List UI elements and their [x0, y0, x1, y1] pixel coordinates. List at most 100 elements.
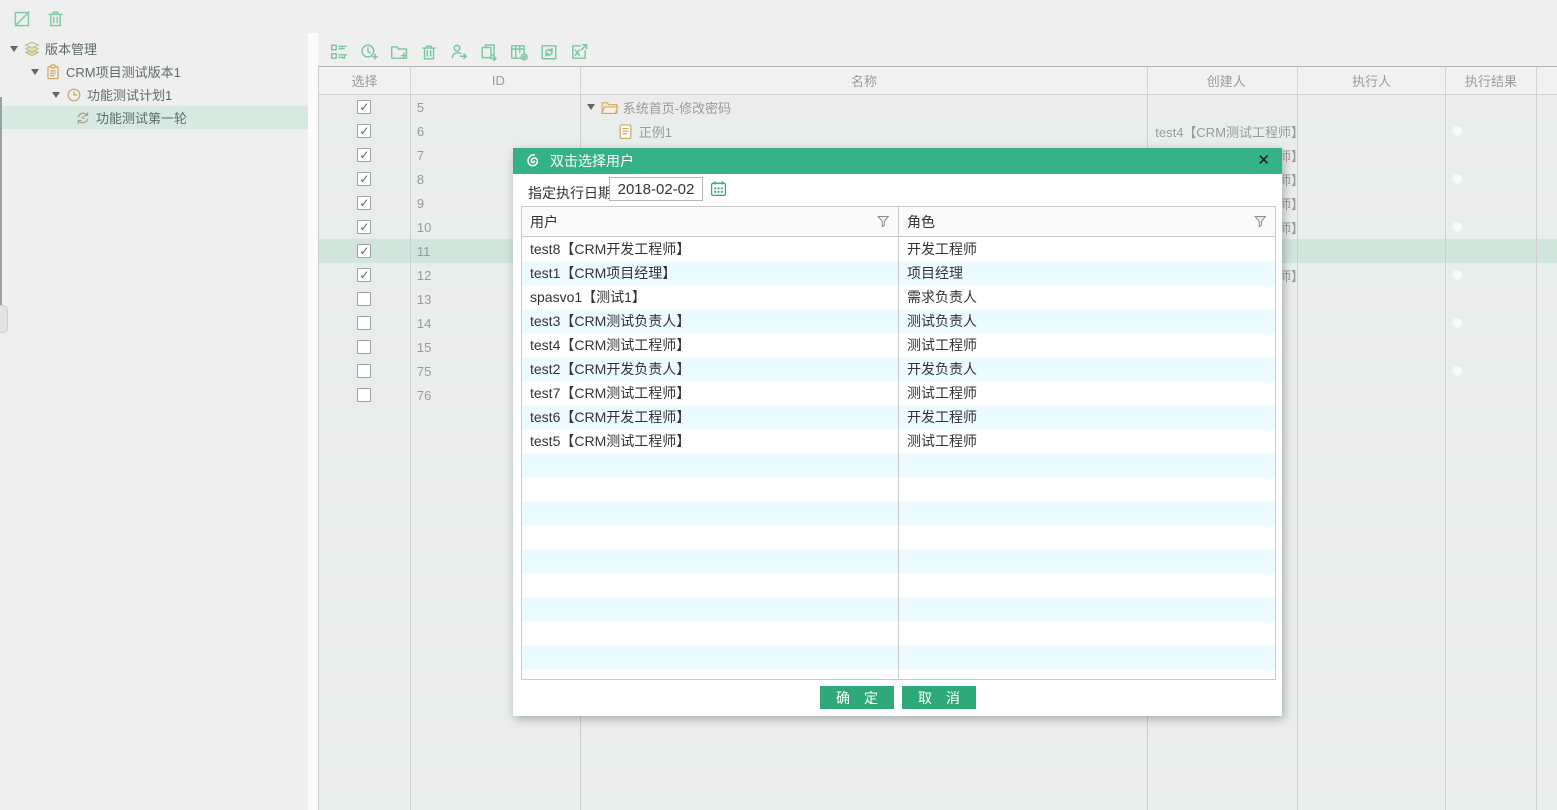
user-row-empty [522, 621, 1275, 645]
dialog-titlebar[interactable]: 双击选择用户 ✕ [513, 148, 1282, 174]
user-row[interactable]: test3【CRM测试负责人】测试负责人 [522, 309, 1275, 333]
panel-splitter[interactable] [308, 33, 318, 810]
expander-triangle-icon[interactable] [52, 92, 60, 98]
cancel-button[interactable]: 取 消 [902, 686, 976, 709]
checkbox-unchecked[interactable] [357, 316, 371, 330]
spacer-cell [1537, 191, 1557, 215]
checkbox-unchecked[interactable] [357, 364, 371, 378]
empty-cell [1446, 599, 1537, 623]
empty-cell [1298, 647, 1446, 671]
grid-column-header[interactable]: 选择 [319, 67, 411, 94]
user-cell: test2【CRM开发负责人】 [522, 357, 899, 381]
grid-column-header[interactable]: 执行人 [1298, 67, 1446, 94]
doc-icon [617, 123, 634, 140]
tree-item[interactable]: 功能测试计划1 [0, 83, 308, 106]
delete-icon[interactable] [420, 43, 438, 61]
batch-edit-icon[interactable] [330, 43, 348, 61]
status-dot-faint [1452, 126, 1462, 136]
empty-cell [1298, 455, 1446, 479]
checkbox-checked[interactable]: ✓ [357, 268, 371, 282]
ok-button[interactable]: 确 定 [820, 686, 894, 709]
add-folder-icon[interactable] [390, 43, 408, 61]
checkbox-unchecked[interactable] [357, 292, 371, 306]
user-row[interactable]: test1【CRM项目经理】项目经理 [522, 261, 1275, 285]
tree-item[interactable]: CRM项目测试版本1 [0, 60, 308, 83]
add-timer-icon[interactable] [360, 43, 378, 61]
tree-item[interactable]: 功能测试第一轮 [0, 106, 308, 129]
trash-icon[interactable] [46, 9, 65, 28]
plan-settings-icon[interactable] [510, 43, 528, 61]
export-excel-icon[interactable] [570, 43, 588, 61]
checkbox-checked[interactable]: ✓ [357, 196, 371, 210]
table-row[interactable]: ✓5系统首页-修改密码 [319, 95, 1557, 119]
grid-column-header[interactable]: ID [411, 67, 581, 94]
grid-column-header[interactable] [1537, 67, 1557, 94]
user-row-empty [522, 477, 1275, 501]
empty-cell [1298, 695, 1446, 719]
filter-icon[interactable] [1254, 215, 1267, 228]
empty-cell [1298, 719, 1446, 743]
empty-cell [1446, 575, 1537, 599]
empty-cell [1298, 431, 1446, 455]
copy-case-icon[interactable] [480, 43, 498, 61]
empty-cell [319, 623, 411, 647]
grid-column-header[interactable]: 执行结果 [1446, 67, 1537, 94]
user-row[interactable]: test4【CRM测试工程师】测试工程师 [522, 333, 1275, 357]
empty-cell [1537, 455, 1557, 479]
table-row[interactable]: ✓6正例1test4【CRM测试工程师】 [319, 119, 1557, 143]
checkbox-checked[interactable]: ✓ [357, 124, 371, 138]
user-row-empty [522, 597, 1275, 621]
expander-triangle-icon[interactable] [10, 46, 18, 52]
checkbox-checked[interactable]: ✓ [357, 244, 371, 258]
user-row[interactable]: test8【CRM开发工程师】开发工程师 [522, 237, 1275, 261]
expander-triangle-icon[interactable] [31, 69, 39, 75]
grid-column-header[interactable]: 名称 [581, 67, 1149, 94]
grid-column-header[interactable]: 创建人 [1148, 67, 1298, 94]
empty-cell [319, 455, 411, 479]
sync-icon[interactable] [540, 43, 558, 61]
expander-triangle-icon[interactable] [587, 104, 595, 110]
calendar-icon[interactable] [710, 180, 727, 197]
assign-user-icon[interactable] [450, 43, 468, 61]
spacer-cell [1537, 263, 1557, 287]
user-row[interactable]: spasvo1【测试1】需求负责人 [522, 285, 1275, 309]
user-row[interactable]: test7【CRM测试工程师】测试工程师 [522, 381, 1275, 405]
empty-cell [1537, 575, 1557, 599]
checkbox-checked[interactable]: ✓ [357, 148, 371, 162]
user-row[interactable]: test5【CRM测试工程师】测试工程师 [522, 429, 1275, 453]
version-tree: 版本管理CRM项目测试版本1功能测试计划1功能测试第一轮 [0, 37, 308, 129]
user-role-table: 用户角色 test8【CRM开发工程师】开发工程师test1【CRM项目经理】项… [521, 206, 1276, 680]
user-cell: test8【CRM开发工程师】 [522, 237, 899, 261]
execution-date-input[interactable]: 2018-02-02 [609, 177, 703, 201]
result-cell [1446, 263, 1537, 287]
user-row[interactable]: test2【CRM开发负责人】开发负责人 [522, 357, 1275, 381]
checkbox-checked[interactable]: ✓ [357, 172, 371, 186]
splitter-handle[interactable] [0, 305, 8, 333]
checkbox-checked[interactable]: ✓ [357, 100, 371, 114]
empty-cell [1298, 623, 1446, 647]
result-cell [1446, 311, 1537, 335]
role-cell: 开发负责人 [899, 357, 1275, 381]
tree-item[interactable]: 版本管理 [0, 37, 308, 60]
checkbox-unchecked[interactable] [357, 340, 371, 354]
empty-cell [319, 551, 411, 575]
user-cell [522, 669, 899, 680]
empty-cell [319, 671, 411, 695]
status-dot-faint [1452, 270, 1462, 280]
user-row[interactable]: test6【CRM开发工程师】开发工程师 [522, 405, 1275, 429]
select-user-dialog: 双击选择用户 ✕ 指定执行日期 2018-02-02 用户角色 test8【CR… [513, 148, 1282, 716]
close-icon[interactable]: ✕ [1257, 151, 1270, 171]
executor-cell [1298, 311, 1446, 335]
checkbox-checked[interactable]: ✓ [357, 220, 371, 234]
executor-cell [1298, 167, 1446, 191]
checkbox-unchecked[interactable] [357, 388, 371, 402]
user-role-table-header: 用户角色 [522, 207, 1275, 237]
user-cell [522, 621, 899, 645]
case-name-label: 系统首页-修改密码 [623, 98, 731, 117]
spacer-cell [1537, 335, 1557, 359]
edit-icon[interactable] [13, 9, 32, 28]
user-row-empty [522, 573, 1275, 597]
case-name-label: 正例1 [639, 122, 672, 141]
role-cell: 测试负责人 [899, 309, 1275, 333]
filter-icon[interactable] [877, 215, 890, 228]
